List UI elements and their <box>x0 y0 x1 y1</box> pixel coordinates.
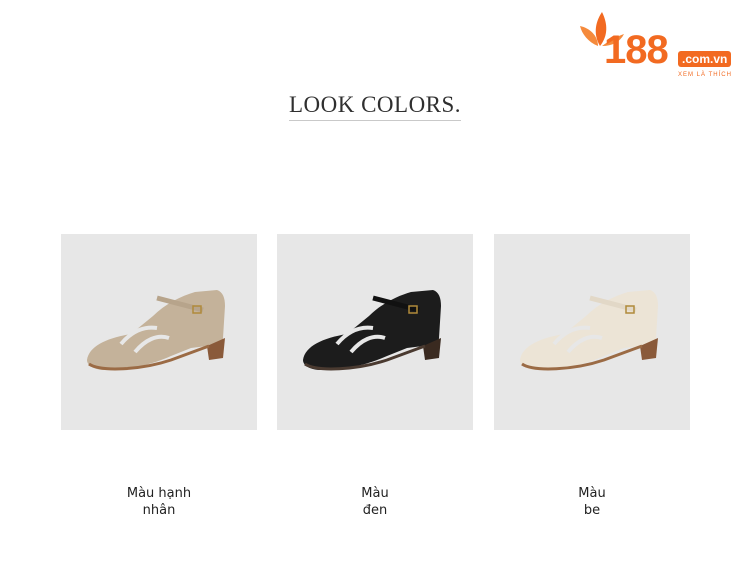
label-line: đen <box>362 503 388 518</box>
section-heading: LOOK COLORS. <box>0 92 750 121</box>
shoe-icon <box>87 290 225 371</box>
product-image-almond[interactable] <box>61 234 257 430</box>
label-line: Màu <box>578 486 606 501</box>
product-label-black: Màu đen <box>277 485 473 519</box>
shoe-icon <box>520 290 658 371</box>
product-image-black[interactable] <box>277 234 473 430</box>
logo-tagline: XEM LÀ THÍCH <box>678 72 732 78</box>
label-line: Màu <box>361 486 389 501</box>
label-line: be <box>583 503 601 518</box>
product-label-almond: Màu hạnh nhân <box>61 485 257 519</box>
label-line: Màu hạnh <box>126 486 192 501</box>
logo-number: 188 <box>604 28 669 72</box>
product-image-beige[interactable] <box>494 234 690 430</box>
section-heading-text: LOOK COLORS. <box>288 92 462 121</box>
shoe-icon <box>303 290 441 371</box>
product-label-beige: Màu be <box>494 485 690 519</box>
logo-domain: .com.vn <box>678 51 732 67</box>
site-logo[interactable]: 188 .com.vn XEM LÀ THÍCH <box>578 10 748 78</box>
label-line: nhân <box>142 503 176 518</box>
